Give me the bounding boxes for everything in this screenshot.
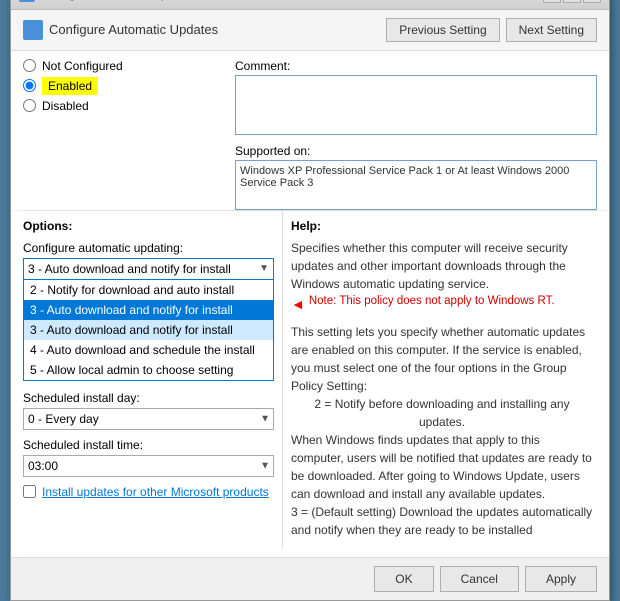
enabled-radio[interactable] xyxy=(23,79,36,92)
scheduled-day-label: Scheduled install day: xyxy=(23,391,274,405)
title-bar: Configure Automatic Updates — □ ✕ xyxy=(11,0,609,10)
dropdown-item-4[interactable]: 4 - Auto download and schedule the insta… xyxy=(24,340,273,360)
configure-label: Configure automatic updating: xyxy=(23,241,274,255)
disabled-label[interactable]: Disabled xyxy=(42,99,89,113)
maximize-button[interactable]: □ xyxy=(563,0,581,3)
checkbox-row: Install updates for other Microsoft prod… xyxy=(23,485,274,499)
window-title: Configure Automatic Updates xyxy=(41,0,197,1)
radio-group: Not Configured Enabled Disabled xyxy=(23,59,223,113)
title-bar-left: Configure Automatic Updates xyxy=(19,0,197,2)
not-configured-label[interactable]: Not Configured xyxy=(42,59,123,73)
not-configured-option: Not Configured xyxy=(23,59,223,73)
supported-text: Windows XP Professional Service Pack 1 o… xyxy=(235,160,597,210)
time-dropdown-wrapper: 03:00 ▼ xyxy=(23,455,274,477)
previous-setting-button[interactable]: Previous Setting xyxy=(386,18,499,42)
help-scroll-area[interactable]: Specifies whether this computer will rec… xyxy=(291,239,597,549)
radio-section: Not Configured Enabled Disabled xyxy=(23,59,223,210)
close-button[interactable]: ✕ xyxy=(583,0,601,3)
scheduled-time-label: Scheduled install time: xyxy=(23,438,274,452)
not-configured-radio[interactable] xyxy=(23,59,36,72)
apply-button[interactable]: Apply xyxy=(525,566,597,592)
dropdown-item-3-selected[interactable]: 3 - Auto download and notify for install xyxy=(24,300,273,320)
red-arrow-icon: ◄ xyxy=(291,294,305,315)
supported-label: Supported on: xyxy=(235,144,597,158)
schedule-day-section: Scheduled install day: 0 - Every day ▼ xyxy=(23,391,274,430)
options-label: Options: xyxy=(23,219,274,233)
scheduled-day-select[interactable]: 0 - Every day xyxy=(23,408,274,430)
schedule-time-section: Scheduled install time: 03:00 ▼ xyxy=(23,438,274,477)
ms-products-checkbox[interactable] xyxy=(23,485,36,498)
dialog-header-left: Configure Automatic Updates xyxy=(23,20,218,40)
dropdown-chevron-icon: ▼ xyxy=(259,263,269,274)
bottom-section: Options: Configure automatic updating: 3… xyxy=(11,211,609,557)
minimize-button[interactable]: — xyxy=(543,0,561,3)
enabled-label[interactable]: Enabled xyxy=(42,77,98,95)
ok-button[interactable]: OK xyxy=(374,566,433,592)
window-icon xyxy=(19,0,35,2)
cancel-button[interactable]: Cancel xyxy=(440,566,519,592)
help-para-5: 3 = (Default setting) Download the updat… xyxy=(291,503,593,539)
dialog-header-icon xyxy=(23,20,43,40)
disabled-radio[interactable] xyxy=(23,99,36,112)
dropdown-wrapper: 3 - Auto download and notify for install… xyxy=(23,258,274,381)
dropdown-item-3-highlighted[interactable]: 3 - Auto download and notify for install xyxy=(24,320,273,340)
nav-buttons: Previous Setting Next Setting xyxy=(386,18,597,42)
top-section: Not Configured Enabled Disabled Comment:… xyxy=(11,51,609,210)
title-controls: — □ ✕ xyxy=(543,0,601,3)
help-note-row: ◄ Note: This policy does not apply to Wi… xyxy=(291,293,593,315)
enabled-option: Enabled xyxy=(23,77,223,95)
dropdown-list: 2 - Notify for download and auto install… xyxy=(23,279,274,381)
comment-textarea[interactable] xyxy=(235,75,597,135)
help-note: Note: This policy does not apply to Wind… xyxy=(309,293,555,310)
help-panel: Help: Specifies whether this computer wi… xyxy=(283,211,597,549)
dropdown-item-2[interactable]: 2 - Notify for download and auto install xyxy=(24,280,273,300)
dialog-header-title: Configure Automatic Updates xyxy=(49,22,218,37)
help-label: Help: xyxy=(291,215,597,233)
dialog-footer: OK Cancel Apply xyxy=(11,557,609,600)
dropdown-value: 3 - Auto download and notify for install xyxy=(28,262,259,276)
comment-label: Comment: xyxy=(235,59,597,73)
ms-products-label[interactable]: Install updates for other Microsoft prod… xyxy=(42,485,269,499)
dropdown-item-5[interactable]: 5 - Allow local admin to choose setting xyxy=(24,360,273,380)
help-para-1: Specifies whether this computer will rec… xyxy=(291,239,593,293)
day-dropdown-wrapper: 0 - Every day ▼ xyxy=(23,408,274,430)
disabled-option: Disabled xyxy=(23,99,223,113)
next-setting-button[interactable]: Next Setting xyxy=(506,18,597,42)
help-para-4: When Windows finds updates that apply to… xyxy=(291,431,593,503)
options-panel: Options: Configure automatic updating: 3… xyxy=(23,211,283,549)
comment-supported-section: Comment: Supported on: Windows XP Profes… xyxy=(235,59,597,210)
help-para-2: This setting lets you specify whether au… xyxy=(291,323,593,395)
dialog-header: Configure Automatic Updates Previous Set… xyxy=(11,10,609,51)
dropdown-selected-display[interactable]: 3 - Auto download and notify for install… xyxy=(23,258,274,280)
help-para-3: 2 = Notify before downloading and instal… xyxy=(291,395,593,431)
scheduled-time-select[interactable]: 03:00 xyxy=(23,455,274,477)
main-window: Configure Automatic Updates — □ ✕ Config… xyxy=(10,0,610,601)
